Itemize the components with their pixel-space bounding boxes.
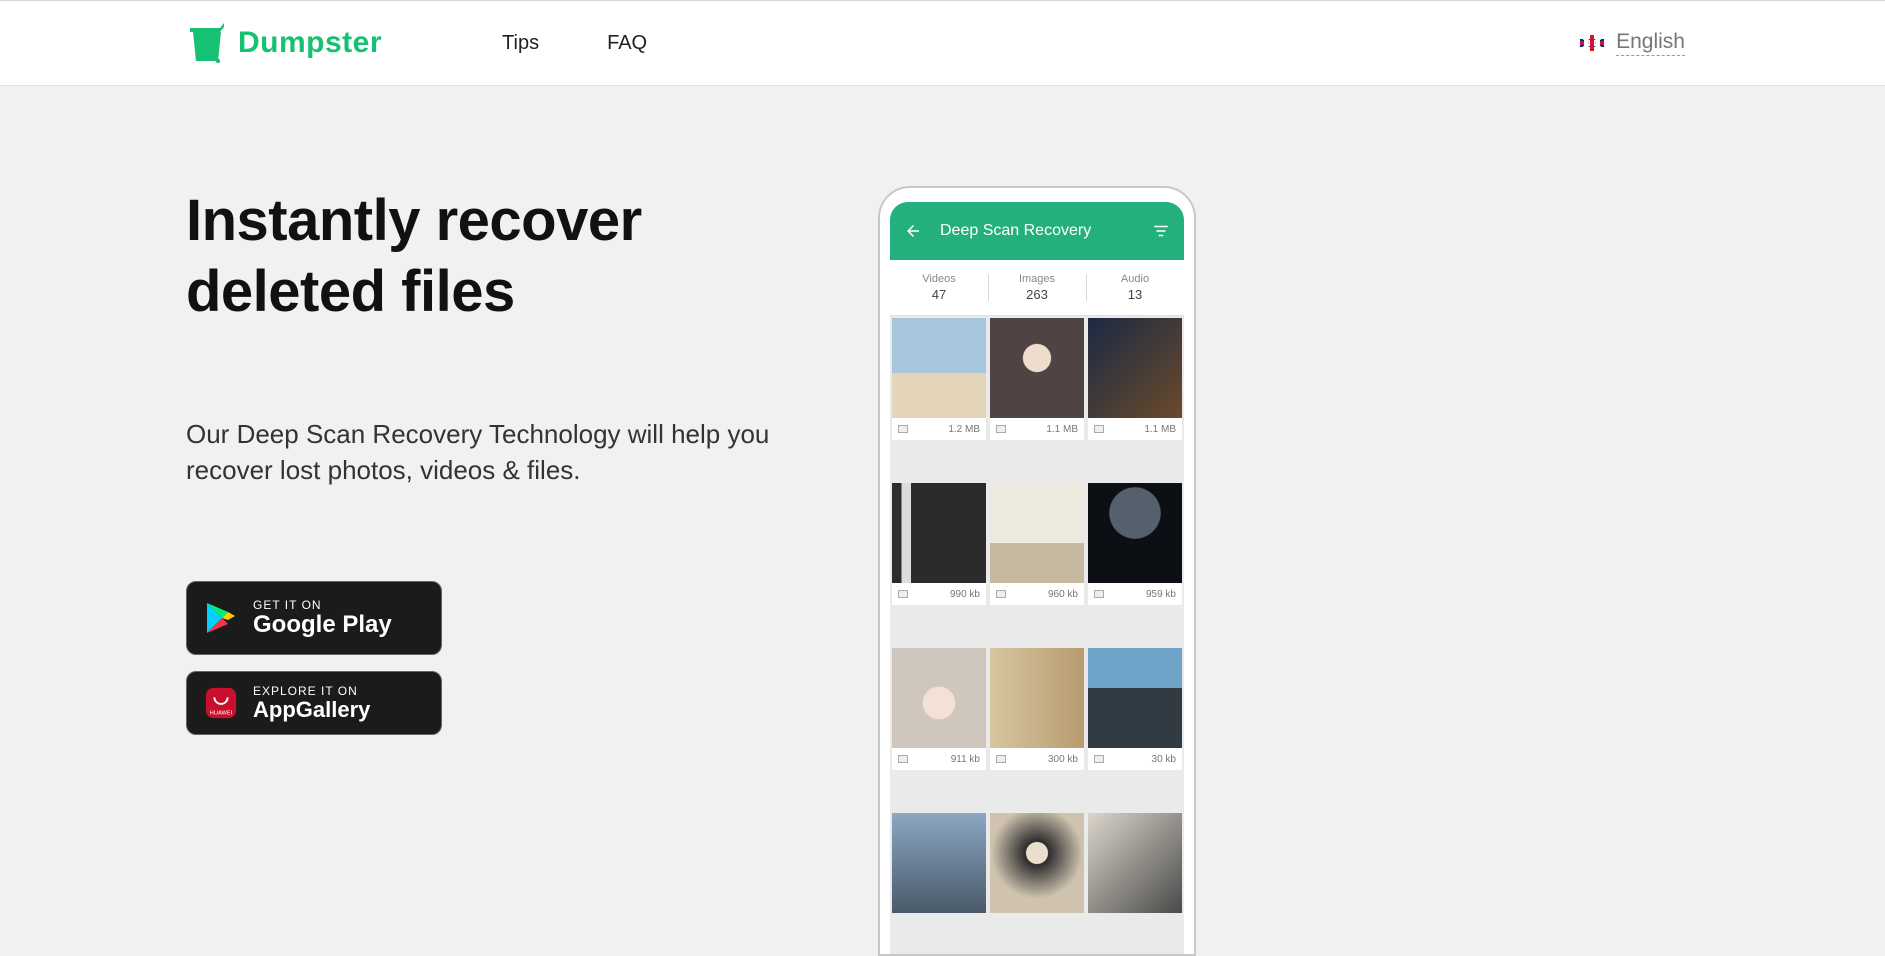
file-size: 990 kb xyxy=(950,589,980,600)
thumbnail-tile[interactable]: 30 kb xyxy=(1088,648,1182,770)
image-type-icon xyxy=(898,590,908,598)
back-arrow-icon[interactable] xyxy=(904,222,922,240)
thumbnail-tile[interactable]: 1.1 MB xyxy=(990,318,1084,440)
file-size: 1.2 MB xyxy=(948,424,980,435)
thumbnail-image xyxy=(892,318,986,418)
file-size: 30 kb xyxy=(1152,754,1176,765)
thumbnail-tile[interactable] xyxy=(1088,813,1182,913)
thumbnail-image xyxy=(1088,318,1182,418)
google-play-button[interactable]: GET IT ON Google Play xyxy=(186,581,442,655)
image-type-icon xyxy=(996,590,1006,598)
thumbnail-image xyxy=(990,813,1084,913)
phone-screen: Deep Scan Recovery Videos 47 Images 263 … xyxy=(890,202,1184,954)
hero-section: Instantly recover deleted files Our Deep… xyxy=(0,86,1885,735)
thumbnail-image xyxy=(892,648,986,748)
image-type-icon xyxy=(1094,590,1104,598)
thumbnail-image xyxy=(1088,483,1182,583)
store-buttons: GET IT ON Google Play HUAWEI EXPLORE IT … xyxy=(186,581,956,735)
image-type-icon xyxy=(996,425,1006,433)
thumbnail-image xyxy=(990,648,1084,748)
thumbnail-tile[interactable]: 959 kb xyxy=(1088,483,1182,605)
file-size: 300 kb xyxy=(1048,754,1078,765)
headline-line-2: deleted files xyxy=(186,259,515,324)
filter-icon[interactable] xyxy=(1152,222,1170,240)
site-header: Dumpster Tips FAQ English xyxy=(0,0,1885,86)
thumbnail-image xyxy=(892,483,986,583)
brand-logo[interactable]: Dumpster xyxy=(190,23,382,63)
thumbnail-tile[interactable]: 990 kb xyxy=(892,483,986,605)
stat-videos: Videos 47 xyxy=(890,260,988,315)
hero-copy: Instantly recover deleted files Our Deep… xyxy=(186,146,956,735)
thumbnail-tile[interactable]: 960 kb xyxy=(990,483,1084,605)
language-label: English xyxy=(1616,30,1685,56)
stat-audio: Audio 13 xyxy=(1086,260,1184,315)
thumbnail-tile[interactable]: 1.2 MB xyxy=(892,318,986,440)
svg-text:HUAWEI: HUAWEI xyxy=(210,711,233,717)
hero-subhead: Our Deep Scan Recovery Technology will h… xyxy=(186,416,826,490)
thumbnail-image xyxy=(892,813,986,913)
app-bar-title: Deep Scan Recovery xyxy=(940,222,1091,240)
primary-nav: Tips FAQ xyxy=(502,32,647,55)
image-type-icon xyxy=(1094,425,1104,433)
thumbnail-image xyxy=(1088,813,1182,913)
brand-name: Dumpster xyxy=(238,26,382,60)
image-type-icon xyxy=(1094,755,1104,763)
uk-flag-icon xyxy=(1580,35,1604,51)
language-selector[interactable]: English xyxy=(1580,30,1685,56)
stat-images: Images 263 xyxy=(988,260,1086,315)
google-play-text: GET IT ON Google Play xyxy=(253,599,392,639)
thumbnail-tile[interactable]: 1.1 MB xyxy=(1088,318,1182,440)
nav-faq[interactable]: FAQ xyxy=(607,32,647,55)
thumbnail-image xyxy=(990,483,1084,583)
google-play-bottom: Google Play xyxy=(253,612,392,638)
image-type-icon xyxy=(898,425,908,433)
file-size: 1.1 MB xyxy=(1144,424,1176,435)
thumbnail-tile[interactable]: 911 kb xyxy=(892,648,986,770)
thumbnail-image xyxy=(990,318,1084,418)
phone-mockup: Deep Scan Recovery Videos 47 Images 263 … xyxy=(878,186,1196,956)
appgallery-text: EXPLORE IT ON AppGallery xyxy=(253,685,370,722)
dumpster-icon xyxy=(190,23,224,63)
image-type-icon xyxy=(996,755,1006,763)
huawei-icon: HUAWEI xyxy=(203,685,239,721)
file-size: 911 kb xyxy=(951,754,980,765)
thumbnail-grid: 1.2 MB 1.1 MB 1.1 MB 990 kb 960 kb 959 k… xyxy=(890,316,1184,954)
hero-headline: Instantly recover deleted files xyxy=(186,186,956,328)
file-size: 1.1 MB xyxy=(1046,424,1078,435)
google-play-icon xyxy=(203,600,239,636)
app-bar: Deep Scan Recovery xyxy=(890,202,1184,260)
thumbnail-tile[interactable]: 300 kb xyxy=(990,648,1084,770)
image-type-icon xyxy=(898,755,908,763)
nav-tips[interactable]: Tips xyxy=(502,32,539,55)
file-size: 960 kb xyxy=(1048,589,1078,600)
thumbnail-image xyxy=(1088,648,1182,748)
thumbnail-tile[interactable] xyxy=(990,813,1084,913)
headline-line-1: Instantly recover xyxy=(186,188,642,253)
appgallery-top: EXPLORE IT ON xyxy=(253,685,370,698)
appgallery-button[interactable]: HUAWEI EXPLORE IT ON AppGallery xyxy=(186,671,442,735)
thumbnail-tile[interactable] xyxy=(892,813,986,913)
file-size: 959 kb xyxy=(1146,589,1176,600)
google-play-top: GET IT ON xyxy=(253,599,392,612)
scan-stats: Videos 47 Images 263 Audio 13 xyxy=(890,260,1184,316)
appgallery-bottom: AppGallery xyxy=(253,698,370,722)
